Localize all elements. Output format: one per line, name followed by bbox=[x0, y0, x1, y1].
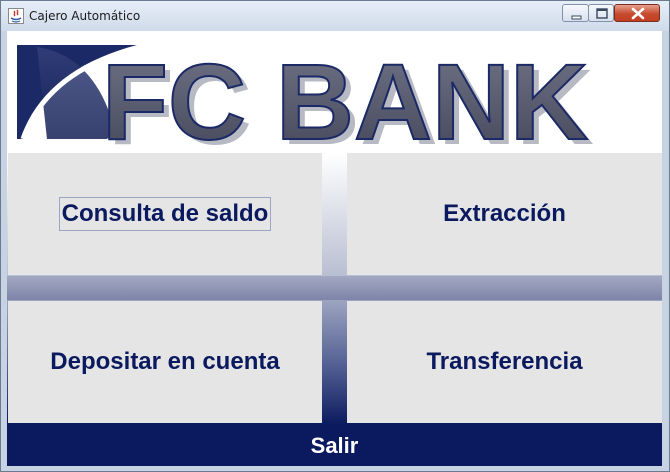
fc-bank-logo: FC BANK FC BANK bbox=[17, 40, 594, 167]
menu-divider bbox=[7, 276, 662, 300]
exit-button[interactable]: Salir bbox=[7, 425, 662, 466]
withdrawal-button[interactable]: Extracción bbox=[347, 153, 662, 275]
balance-inquiry-button[interactable]: Consulta de saldo bbox=[8, 153, 322, 275]
window-title: Cajero Automático bbox=[29, 9, 141, 23]
java-app-icon bbox=[8, 8, 24, 24]
transfer-button[interactable]: Transferencia bbox=[347, 301, 662, 423]
minimize-icon bbox=[571, 15, 582, 20]
deposit-button[interactable]: Depositar en cuenta bbox=[8, 301, 322, 423]
atm-window: Cajero Automático FC BANK FC BANK Consul… bbox=[0, 0, 670, 472]
withdrawal-label: Extracción bbox=[443, 200, 566, 227]
bank-banner: FC BANK FC BANK bbox=[7, 31, 662, 167]
maximize-icon bbox=[596, 8, 608, 19]
close-button[interactable] bbox=[614, 4, 660, 22]
exit-label: Salir bbox=[310, 432, 359, 458]
window-content: FC BANK FC BANK Consulta de saldo Extrac… bbox=[7, 31, 662, 466]
deposit-label: Depositar en cuenta bbox=[50, 348, 280, 375]
maximize-button[interactable] bbox=[588, 4, 614, 22]
close-icon bbox=[631, 7, 645, 20]
transfer-label: Transferencia bbox=[426, 348, 583, 375]
title-bar[interactable]: Cajero Automático bbox=[1, 1, 669, 31]
minimize-button[interactable] bbox=[562, 4, 589, 22]
logo-text: FC BANK bbox=[102, 41, 588, 153]
balance-inquiry-label: Consulta de saldo bbox=[58, 197, 272, 231]
